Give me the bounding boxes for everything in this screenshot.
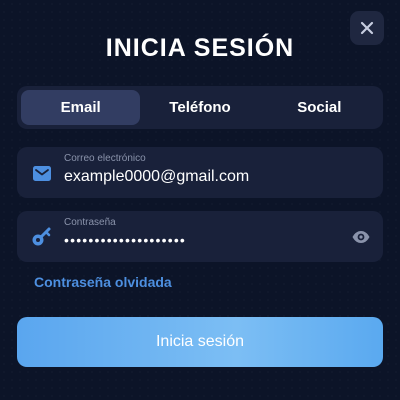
login-method-tabs: Email Teléfono Social: [17, 86, 383, 129]
password-field[interactable]: Contraseña ••••••••••••••••••••: [17, 211, 383, 262]
tab-email[interactable]: Email: [21, 90, 141, 125]
email-label: Correo electrónico: [64, 153, 146, 164]
eye-icon[interactable]: [351, 227, 371, 247]
forgot-password-link[interactable]: Contraseña olvidada: [34, 274, 172, 290]
password-input[interactable]: ••••••••••••••••••••: [64, 232, 186, 248]
login-modal: INICIA SESIÓN Email Teléfono Social Corr…: [0, 0, 400, 400]
close-icon: [360, 21, 374, 35]
email-input[interactable]: example0000@gmail.com: [64, 168, 249, 186]
key-icon: [31, 226, 53, 248]
tab-social[interactable]: Social: [260, 90, 379, 125]
page-title: INICIA SESIÓN: [105, 34, 295, 62]
tab-phone[interactable]: Teléfono: [140, 90, 259, 125]
password-label: Contraseña: [64, 217, 116, 228]
email-field[interactable]: Correo electrónico example0000@gmail.com: [17, 147, 383, 198]
mail-icon: [31, 162, 53, 184]
login-button[interactable]: Inicia sesión: [17, 317, 383, 367]
